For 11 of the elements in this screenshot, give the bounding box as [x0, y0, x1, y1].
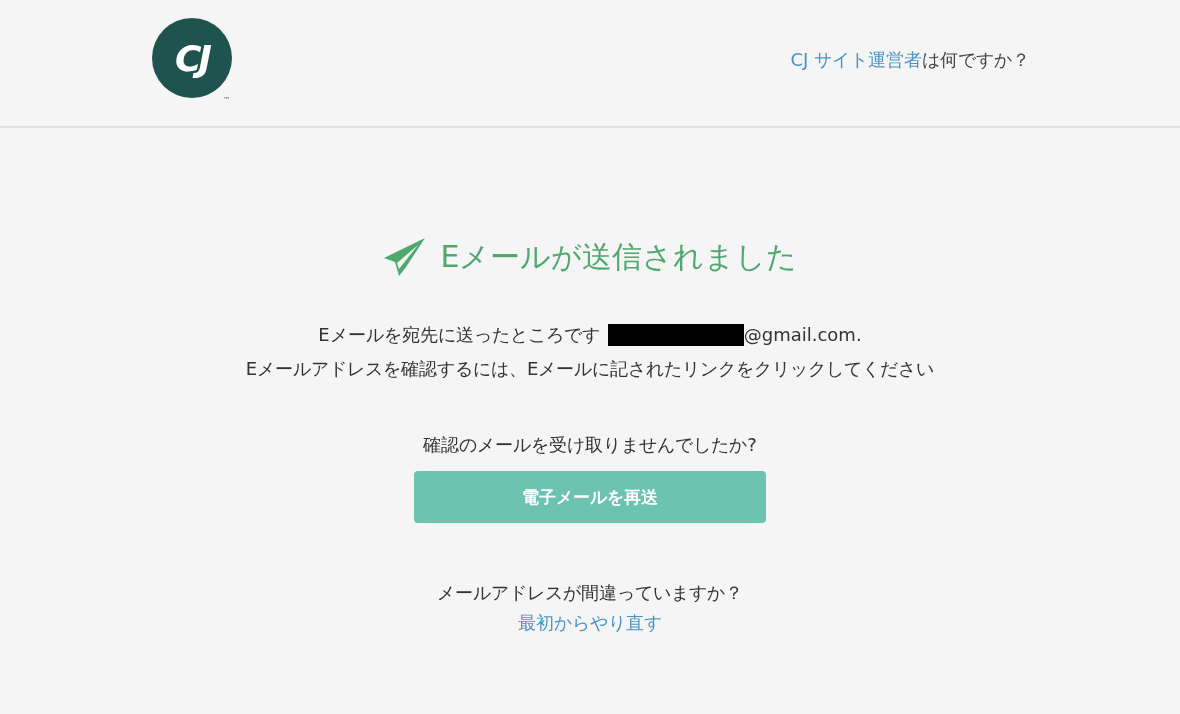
help-text: は何ですか？ — [922, 49, 1030, 70]
page-title: Eメールが送信されました — [440, 237, 798, 276]
resend-button[interactable]: 電子メールを再送 — [414, 471, 766, 523]
start-over-link[interactable]: 最初からやり直す — [518, 611, 662, 635]
wrong-address-question: メールアドレスが間違っていますか？ — [437, 581, 743, 605]
instruction-text: Eメールアドレスを確認するには、Eメールに記されたリンクをクリックしてください — [245, 357, 935, 381]
paper-plane-icon — [382, 236, 427, 278]
email-domain: @gmail.com. — [743, 323, 862, 347]
resend-question: 確認のメールを受け取りませんでしたか? — [423, 433, 757, 457]
sent-message: Eメールを宛先に送ったところです — [318, 323, 600, 347]
operator-link[interactable]: CJ サイト運営者 — [790, 49, 922, 70]
